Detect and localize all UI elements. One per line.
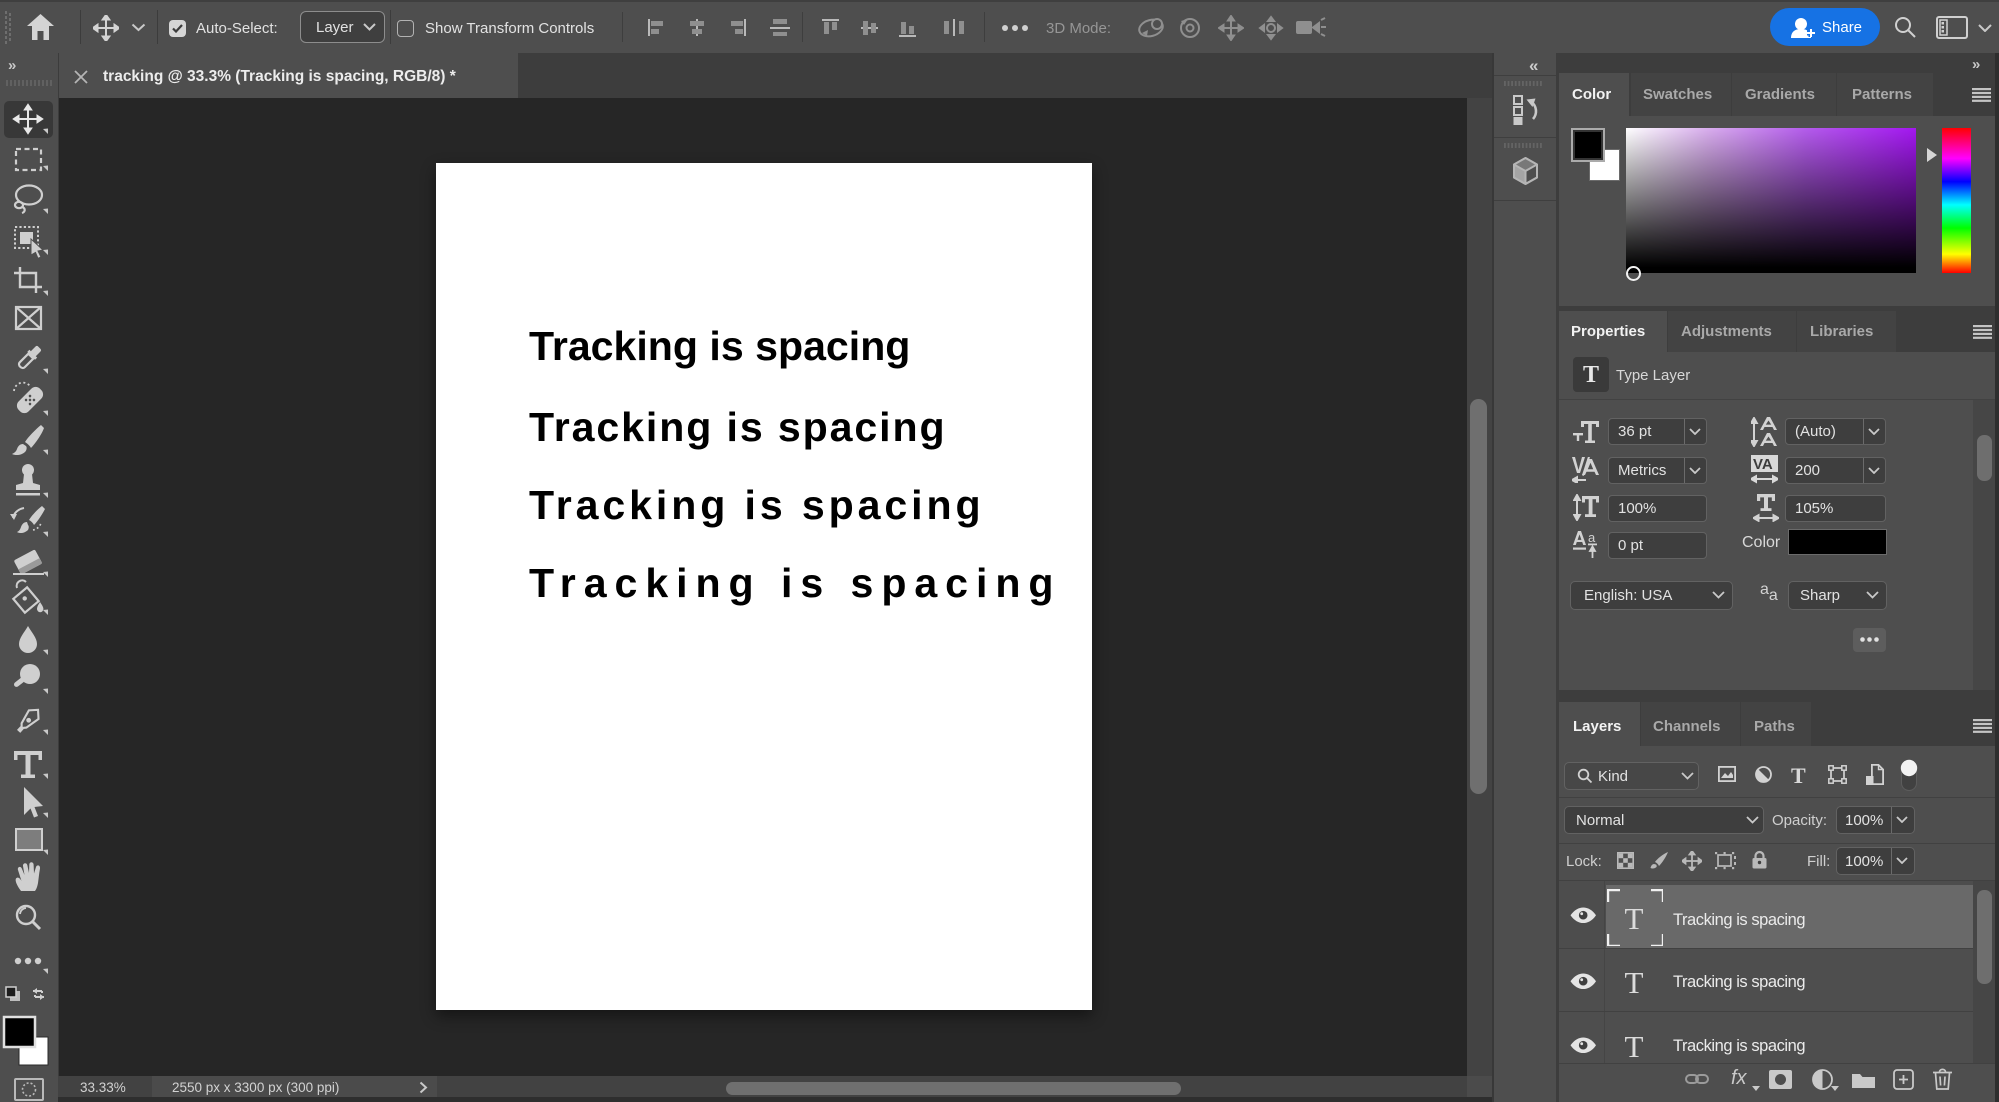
- svg-text:VA: VA: [1753, 456, 1773, 473]
- svg-text:a: a: [1588, 531, 1596, 545]
